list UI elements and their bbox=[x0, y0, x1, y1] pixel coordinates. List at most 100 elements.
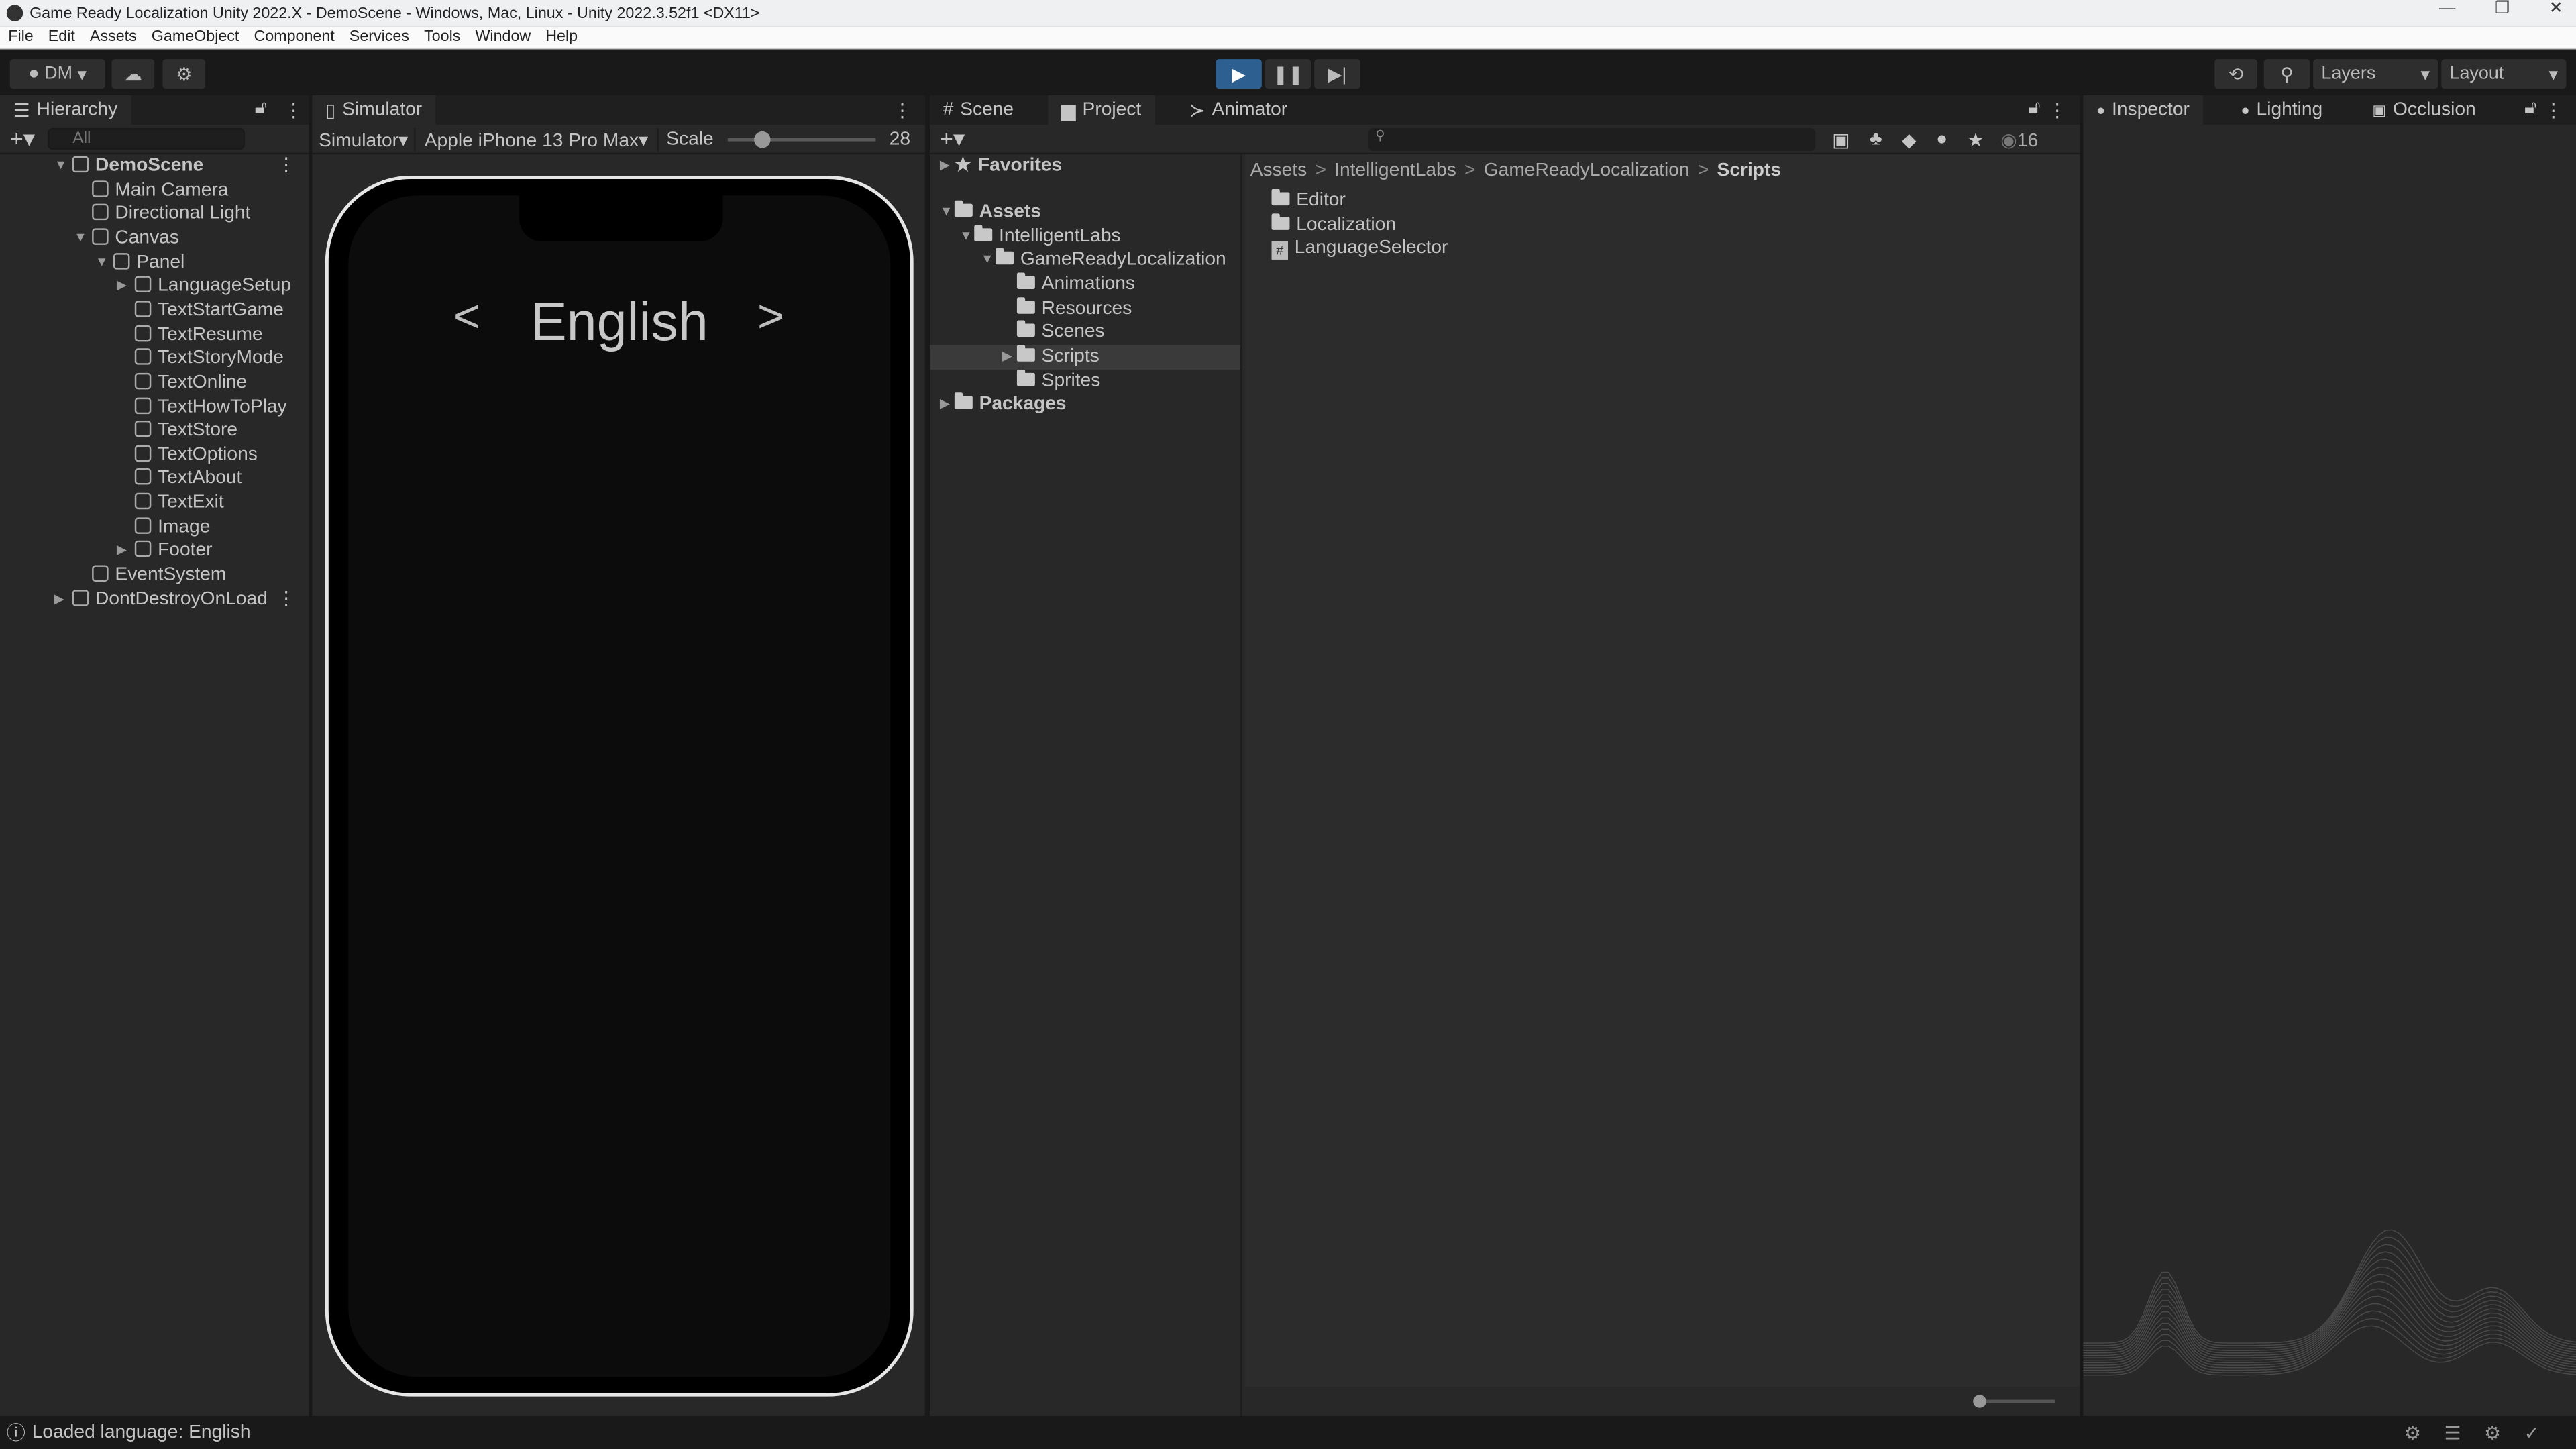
more-icon[interactable]: ⋮ bbox=[2544, 99, 2563, 121]
hierarchy-item[interactable]: TextOnline bbox=[0, 371, 309, 395]
simulator-mode-dropdown[interactable]: Simulator▾ bbox=[312, 127, 417, 151]
menu-gameobject[interactable]: GameObject bbox=[152, 28, 239, 46]
tab-project[interactable]: ▆ Project bbox=[1048, 95, 1155, 125]
hierarchy-item[interactable]: TextHowToPlay bbox=[0, 395, 309, 419]
layout-dropdown[interactable]: Layout ▾ bbox=[2441, 59, 2567, 89]
lock-icon[interactable]: 🔓︎ bbox=[2524, 99, 2536, 120]
menu-tools[interactable]: Tools bbox=[424, 28, 460, 46]
hierarchy-item[interactable]: Directional Light bbox=[0, 203, 309, 227]
project-file-item[interactable]: Localization bbox=[1271, 213, 1396, 237]
tab-scene[interactable]: # Scene bbox=[930, 95, 1027, 125]
play-button[interactable]: ▶ bbox=[1216, 59, 1262, 89]
more-icon[interactable]: ⋮ bbox=[277, 588, 296, 612]
folder-tree-item[interactable]: Animations bbox=[930, 272, 1240, 297]
more-icon[interactable]: ⋮ bbox=[277, 154, 296, 178]
collab-button[interactable]: ⚙ bbox=[162, 59, 206, 89]
breadcrumb-item[interactable]: IntelligentLabs bbox=[1334, 161, 1456, 180]
create-button[interactable]: +▾ bbox=[940, 125, 965, 153]
hierarchy-item[interactable]: TextResume bbox=[0, 323, 309, 347]
cloud-button[interactable]: ☁ bbox=[111, 59, 155, 89]
next-language-button[interactable]: > bbox=[757, 290, 784, 343]
account-button[interactable]: ● DM ▾ bbox=[9, 59, 105, 89]
breadcrumb-item[interactable]: GameReadyLocalization bbox=[1484, 161, 1690, 180]
status-message[interactable]: Loaded language: English bbox=[32, 1423, 251, 1442]
chevron-right-icon[interactable]: ▶ bbox=[117, 275, 127, 299]
info-icon[interactable]: ● bbox=[1936, 129, 1947, 148]
scale-slider[interactable] bbox=[728, 130, 877, 148]
project-search-input[interactable]: ⚲ bbox=[1368, 127, 1816, 151]
hierarchy-item[interactable]: TextOptions bbox=[0, 443, 309, 468]
menu-component[interactable]: Component bbox=[254, 28, 334, 46]
chevron-right-icon[interactable]: ▶ bbox=[940, 154, 950, 178]
tab-hierarchy[interactable]: ☰ Hierarchy bbox=[0, 95, 131, 125]
tab-occlusion[interactable]: ▣ Occlusion bbox=[2359, 95, 2489, 125]
hierarchy-item[interactable]: ▼ DemoScene ⋮ bbox=[0, 154, 309, 178]
breadcrumb-item[interactable]: Scripts bbox=[1717, 161, 1782, 180]
menu-file[interactable]: File bbox=[8, 28, 34, 46]
tab-lighting[interactable]: ● Lighting bbox=[2228, 95, 2336, 125]
hierarchy-item[interactable]: ▼ Canvas bbox=[0, 227, 309, 251]
more-icon[interactable]: ⋮ bbox=[893, 99, 912, 121]
folder-tree-item[interactable]: ▼ GameReadyLocalization bbox=[930, 248, 1240, 273]
hierarchy-item[interactable]: TextAbout bbox=[0, 468, 309, 492]
chevron-down-icon[interactable]: ▼ bbox=[940, 201, 953, 225]
add-button[interactable]: +▾ bbox=[10, 125, 35, 153]
hierarchy-item[interactable]: TextStartGame bbox=[0, 299, 309, 323]
icon-size-slider[interactable] bbox=[1973, 1395, 2055, 1408]
chevron-down-icon[interactable]: ▼ bbox=[981, 249, 994, 273]
minimize-icon[interactable]: — bbox=[2439, 0, 2455, 18]
hierarchy-item[interactable]: ▶ DontDestroyOnLoad ⋮ bbox=[0, 588, 309, 612]
folder-tree-item[interactable]: ▼ IntelligentLabs bbox=[930, 225, 1240, 249]
chevron-right-icon[interactable]: ▶ bbox=[117, 539, 127, 564]
folder-tree-item[interactable]: ▼ Assets bbox=[930, 201, 1240, 225]
pause-button[interactable]: ❚❚ bbox=[1265, 59, 1311, 89]
menu-help[interactable]: Help bbox=[545, 28, 578, 46]
hierarchy-item[interactable]: ▶ LanguageSetup bbox=[0, 275, 309, 299]
lock-icon[interactable]: 🔓︎ bbox=[255, 99, 267, 120]
hierarchy-item[interactable]: TextStore bbox=[0, 419, 309, 443]
folder-tree-item[interactable]: ▶ Packages bbox=[930, 393, 1240, 417]
search-button[interactable]: ⚲ bbox=[2263, 59, 2310, 89]
tab-simulator[interactable]: ▯ Simulator bbox=[312, 95, 435, 125]
chevron-right-icon[interactable]: ▶ bbox=[1002, 345, 1012, 369]
hierarchy-item[interactable]: ▼ Panel bbox=[0, 251, 309, 275]
hidden-count[interactable]: ◉16 bbox=[2000, 127, 2038, 150]
chevron-down-icon[interactable]: ▼ bbox=[74, 227, 87, 251]
more-icon[interactable]: ⋮ bbox=[2048, 99, 2067, 121]
folder-tree-item[interactable]: Sprites bbox=[930, 369, 1240, 393]
layers-dropdown[interactable]: Layers ▾ bbox=[2313, 59, 2438, 89]
search-by-type-icon[interactable]: ▣ bbox=[1832, 127, 1850, 150]
folder-tree-item[interactable]: ▶ ★ Favorites bbox=[930, 154, 1240, 178]
lock-icon[interactable]: 🔓︎ bbox=[2028, 99, 2040, 120]
breadcrumb-item[interactable]: Assets bbox=[1250, 161, 1307, 180]
hierarchy-item[interactable]: ▶ Footer bbox=[0, 539, 309, 564]
project-file-item[interactable]: # LanguageSelector bbox=[1271, 237, 1448, 261]
menu-assets[interactable]: Assets bbox=[90, 28, 137, 46]
step-button[interactable]: ▶| bbox=[1314, 59, 1360, 89]
device-dropdown[interactable]: Apple iPhone 13 Pro Max▾ bbox=[416, 127, 658, 151]
folder-tree-item[interactable]: Resources bbox=[930, 297, 1240, 321]
chevron-down-icon[interactable]: ▼ bbox=[54, 154, 67, 178]
menu-edit[interactable]: Edit bbox=[48, 28, 75, 46]
chevron-right-icon[interactable]: ▶ bbox=[940, 393, 950, 417]
menu-window[interactable]: Window bbox=[475, 28, 531, 46]
hierarchy-search-input[interactable] bbox=[48, 128, 246, 150]
project-file-item[interactable]: Editor bbox=[1271, 189, 1346, 213]
chevron-down-icon[interactable]: ▼ bbox=[959, 225, 972, 249]
star-icon[interactable]: ★ bbox=[1968, 127, 1984, 150]
hierarchy-item[interactable]: EventSystem bbox=[0, 564, 309, 588]
hierarchy-item[interactable]: TextStoryMode bbox=[0, 347, 309, 371]
hierarchy-item[interactable]: TextExit bbox=[0, 491, 309, 515]
label-icon[interactable]: ◆ bbox=[1902, 127, 1917, 150]
close-icon[interactable]: ✕ bbox=[2549, 0, 2563, 18]
hierarchy-item[interactable]: Main Camera bbox=[0, 178, 309, 203]
chevron-down-icon[interactable]: ▼ bbox=[95, 251, 108, 275]
more-icon[interactable]: ⋮ bbox=[284, 99, 303, 121]
tab-inspector[interactable]: ● Inspector bbox=[2083, 95, 2203, 125]
menu-services[interactable]: Services bbox=[350, 28, 409, 46]
chevron-right-icon[interactable]: ▶ bbox=[54, 588, 64, 612]
filter-icon[interactable]: ♣ bbox=[1870, 129, 1882, 148]
history-button[interactable]: ⟲ bbox=[2214, 59, 2257, 89]
tab-animator[interactable]: ≻ Animator bbox=[1176, 95, 1300, 125]
hierarchy-item[interactable]: Image bbox=[0, 515, 309, 539]
